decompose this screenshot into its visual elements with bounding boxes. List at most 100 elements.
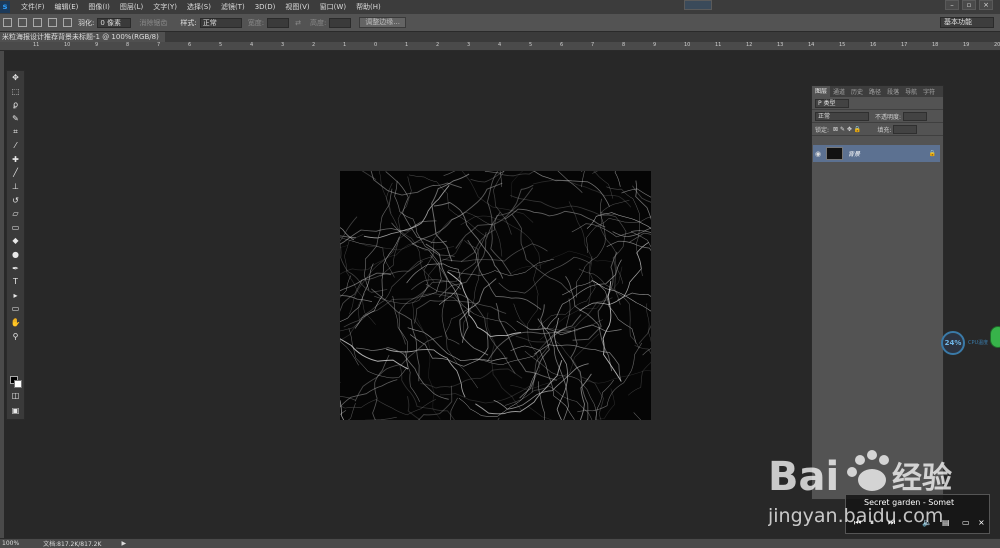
height-input[interactable] <box>329 17 352 28</box>
menu-3d[interactable]: 3D(D) <box>250 3 281 11</box>
history-brush-tool-icon[interactable]: ↺ <box>7 193 24 207</box>
lyrics-icon[interactable]: ▤ <box>942 518 950 527</box>
floating-ball-icon[interactable] <box>990 326 1000 348</box>
quick-mask-icon[interactable]: ◫ <box>7 389 24 403</box>
photoshop-logo: s <box>0 1 10 13</box>
crop-tool-icon[interactable]: ⌗ <box>7 125 24 139</box>
screen-mode-icon[interactable]: ▣ <box>7 404 24 418</box>
ruler-tick: 7 <box>591 42 595 48</box>
marquee-tool-icon[interactable]: ⬚ <box>7 85 24 99</box>
menu-type[interactable]: 文字(Y) <box>148 2 182 12</box>
cpu-usage-widget[interactable]: 24% <box>941 331 965 355</box>
background-color-swatch[interactable] <box>14 380 22 388</box>
antialias-checkbox[interactable]: 消除锯齿 <box>139 18 167 28</box>
next-track-icon[interactable]: ⏭ <box>888 518 895 528</box>
lasso-tool-icon[interactable]: ϼ <box>7 98 24 112</box>
fiber-strand <box>447 271 522 338</box>
marquee-tool-icon[interactable] <box>3 18 12 27</box>
fiber-strand <box>278 157 377 180</box>
status-arrow-icon[interactable]: ▶ <box>121 540 126 547</box>
intersect-selection-icon[interactable] <box>63 18 72 27</box>
swap-icon[interactable]: ⇄ <box>295 19 301 27</box>
eyedropper-tool-icon[interactable]: ⁄ <box>7 139 24 153</box>
fiber-strand <box>416 317 441 420</box>
width-input[interactable] <box>267 17 290 28</box>
feather-input[interactable]: 0 像素 <box>97 17 132 28</box>
fiber-strand <box>354 236 400 329</box>
menu-help[interactable]: 帮助(H) <box>351 2 386 12</box>
menu-edit[interactable]: 编辑(E) <box>50 2 84 12</box>
fiber-strand <box>364 109 392 214</box>
quick-select-tool-icon[interactable]: ✎ <box>7 112 24 126</box>
layer-row-background[interactable]: ◉ 背景 🔒 <box>813 145 940 162</box>
tab-paragraph[interactable]: 段落 <box>884 87 902 96</box>
close-button[interactable]: × <box>979 0 993 10</box>
shape-tool-icon[interactable]: ▭ <box>7 302 24 316</box>
blur-tool-icon[interactable]: ◆ <box>7 234 24 248</box>
refine-edge-button[interactable]: 调整边缘... <box>359 17 406 28</box>
healing-brush-tool-icon[interactable]: ✚ <box>7 153 24 167</box>
document-canvas[interactable] <box>255 82 745 506</box>
fiber-strand <box>443 129 544 177</box>
fiber-strand <box>431 173 470 262</box>
hand-tool-icon[interactable]: ✋ <box>7 316 24 330</box>
tab-history[interactable]: 历史 <box>848 87 866 96</box>
menu-layer[interactable]: 图层(L) <box>115 2 148 12</box>
type-tool-icon[interactable]: T <box>7 275 24 289</box>
ruler-tick: 13 <box>777 42 784 48</box>
new-selection-icon[interactable] <box>18 18 27 27</box>
lock-icons[interactable]: ⊠ ✎ ✥ 🔒 <box>833 126 861 133</box>
window-indicator <box>684 0 712 10</box>
clone-stamp-tool-icon[interactable]: ⊥ <box>7 180 24 194</box>
eraser-tool-icon[interactable]: ▱ <box>7 207 24 221</box>
maximize-button[interactable]: ▫ <box>962 0 976 10</box>
tab-channels[interactable]: 通道 <box>830 87 848 96</box>
menu-window[interactable]: 窗口(W) <box>315 2 351 12</box>
ruler-tick: 3 <box>281 42 285 48</box>
blend-mode-select[interactable]: 正常 <box>815 111 869 121</box>
menu-view[interactable]: 视图(V) <box>280 2 314 12</box>
fiber-strand <box>310 293 366 385</box>
path-select-tool-icon[interactable]: ▸ <box>7 289 24 303</box>
document-tab[interactable]: 米粒海报设计推荐背景未标题-1 @ 100%(RGB/8) <box>0 32 165 42</box>
menu-filter[interactable]: 滤镜(T) <box>216 2 250 12</box>
fiber-strand <box>291 416 397 437</box>
style-select[interactable]: 正常 <box>199 17 242 28</box>
zoom-tool-icon[interactable]: ⚲ <box>7 329 24 343</box>
fiber-strand <box>537 256 596 329</box>
tab-navigator[interactable]: 导航 <box>902 87 920 96</box>
fiber-strand <box>533 344 621 380</box>
menu-image[interactable]: 图像(I) <box>83 2 115 12</box>
volume-icon[interactable]: 🔈 <box>922 518 932 527</box>
pause-icon[interactable]: ⏸ <box>870 518 874 528</box>
move-tool-icon[interactable]: ✥ <box>7 71 24 85</box>
height-label: 高度: <box>309 18 327 27</box>
fiber-strand <box>445 304 479 389</box>
dodge-tool-icon[interactable]: ● <box>7 248 24 262</box>
screen-icon[interactable]: ▭ <box>962 518 970 527</box>
add-selection-icon[interactable] <box>33 18 42 27</box>
gradient-tool-icon[interactable]: ▭ <box>7 221 24 235</box>
opacity-input[interactable] <box>903 111 928 121</box>
brush-tool-icon[interactable]: ╱ <box>7 166 24 180</box>
fiber-strand <box>442 243 548 262</box>
fiber-strand <box>579 241 649 312</box>
tab-paths[interactable]: 路径 <box>866 87 884 96</box>
subtract-selection-icon[interactable] <box>48 18 57 27</box>
pen-tool-icon[interactable]: ✒ <box>7 261 24 275</box>
eye-icon[interactable]: ◉ <box>813 150 823 158</box>
tab-character[interactable]: 字符 <box>920 87 938 96</box>
ruler-tick: 10 <box>64 42 71 48</box>
ruler-tick: 9 <box>95 42 99 48</box>
menu-select[interactable]: 选择(S) <box>182 2 216 12</box>
layer-filter-select[interactable]: P 类型 <box>815 98 849 108</box>
status-bar: 100% 文档:817.2K/817.2K ▶ <box>0 538 1000 548</box>
fill-input[interactable] <box>893 124 918 134</box>
close-player-icon[interactable]: × <box>978 518 985 527</box>
zoom-level[interactable]: 100% <box>2 540 19 547</box>
minimize-button[interactable]: – <box>945 0 959 10</box>
workspace-select[interactable]: 基本功能 <box>940 17 994 28</box>
tab-layers[interactable]: 图层 <box>812 86 831 97</box>
previous-track-icon[interactable]: ⏮ <box>854 518 861 528</box>
menu-file[interactable]: 文件(F) <box>16 2 50 12</box>
